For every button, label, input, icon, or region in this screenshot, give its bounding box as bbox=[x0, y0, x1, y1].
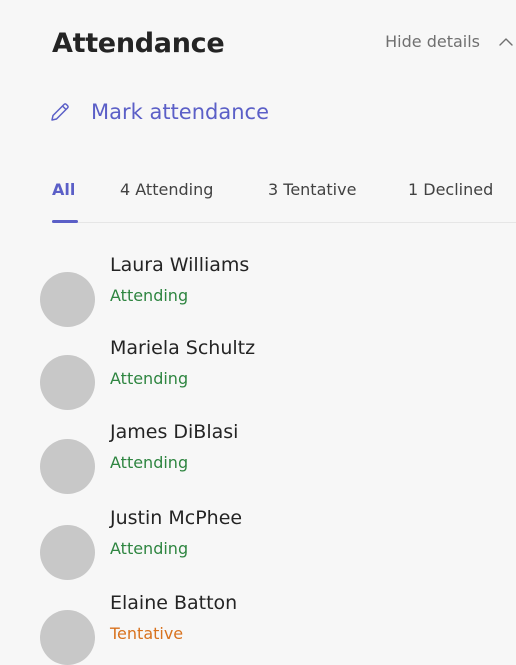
panel-header: Attendance Hide details bbox=[52, 26, 516, 66]
attendance-tabs: All 4 Attending 3 Tentative 1 Declined bbox=[52, 180, 516, 223]
attendee-name: Elaine Batton bbox=[110, 592, 238, 614]
avatar bbox=[40, 272, 95, 327]
avatar bbox=[40, 525, 95, 580]
attendee-status: Tentative bbox=[110, 624, 184, 643]
attendee-row[interactable]: Mariela Schultz Attending bbox=[40, 337, 480, 410]
attendee-name: Laura Williams bbox=[110, 254, 250, 276]
tab-declined[interactable]: 1 Declined bbox=[408, 180, 493, 199]
active-tab-indicator bbox=[52, 220, 78, 223]
hide-details-button[interactable]: Hide details bbox=[385, 32, 516, 51]
tab-all[interactable]: All bbox=[52, 180, 78, 223]
hide-details-label: Hide details bbox=[385, 32, 480, 51]
avatar bbox=[40, 355, 95, 410]
mark-attendance-label: Mark attendance bbox=[91, 100, 269, 124]
mark-attendance-button[interactable]: Mark attendance bbox=[48, 100, 269, 124]
panel-title: Attendance bbox=[52, 28, 225, 59]
tab-all-label: All bbox=[52, 180, 76, 199]
tab-attending-label: 4 Attending bbox=[120, 180, 214, 199]
avatar bbox=[40, 610, 95, 665]
attendee-status: Attending bbox=[110, 369, 189, 388]
attendee-name: Justin McPhee bbox=[110, 507, 243, 529]
tab-tentative[interactable]: 3 Tentative bbox=[268, 180, 356, 199]
attendee-row[interactable]: Justin McPhee Attending bbox=[40, 507, 480, 580]
attendee-name: James DiBlasi bbox=[110, 421, 239, 443]
tab-attending[interactable]: 4 Attending bbox=[120, 180, 213, 199]
tab-tentative-label: 3 Tentative bbox=[268, 180, 357, 199]
attendee-status: Attending bbox=[110, 286, 189, 305]
attendee-row[interactable]: Elaine Batton Tentative bbox=[40, 592, 480, 665]
chevron-up-icon bbox=[499, 37, 513, 46]
tab-declined-label: 1 Declined bbox=[408, 180, 494, 199]
attendee-status: Attending bbox=[110, 539, 189, 558]
attendance-panel: Attendance Hide details Mark attendance … bbox=[0, 0, 516, 665]
pencil-icon bbox=[51, 103, 69, 121]
avatar bbox=[40, 439, 95, 494]
attendee-status: Attending bbox=[110, 453, 189, 472]
attendee-name: Mariela Schultz bbox=[110, 337, 256, 359]
attendee-row[interactable]: Laura Williams Attending bbox=[40, 254, 480, 327]
attendee-row[interactable]: James DiBlasi Attending bbox=[40, 421, 480, 494]
